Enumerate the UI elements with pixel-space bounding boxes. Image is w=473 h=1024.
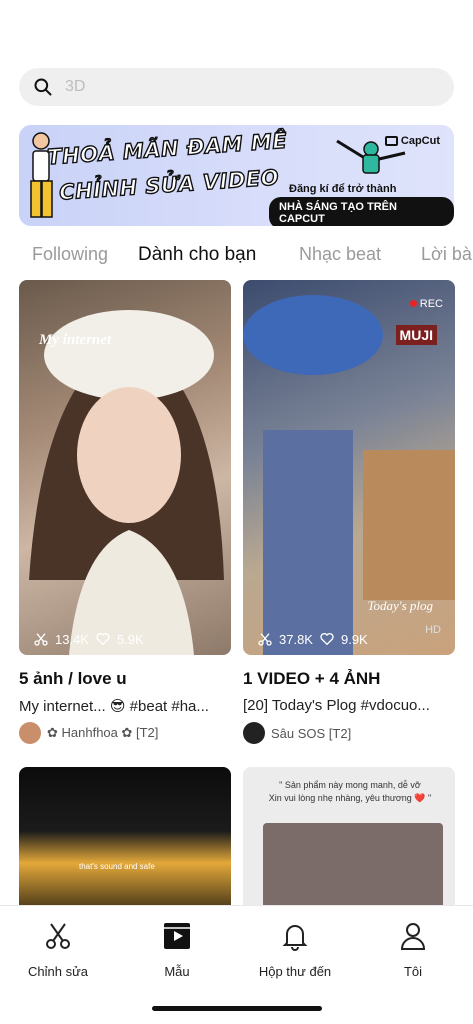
avatar	[19, 722, 41, 744]
card-quote: " Sản phẩm này mong manh, dễ vỡ Xin vui …	[255, 779, 445, 804]
search-bar[interactable]: 3D	[19, 68, 454, 106]
avatar	[243, 722, 265, 744]
uses-count: 13.4K	[55, 631, 89, 647]
card-title[interactable]: 1 VIDEO + 4 ẢNH	[243, 669, 380, 689]
clapperboard-icon	[164, 923, 190, 949]
author-name: Sâu SOS [T2]	[271, 725, 352, 741]
nav-label: Hộp thư đến	[258, 964, 332, 979]
nav-toi[interactable]: Tôi	[363, 920, 463, 979]
likes-count: 9.9K	[340, 631, 368, 647]
quote-line-2: Xin vui lòng nhẹ nhàng, yêu thương ❤️ "	[268, 792, 432, 803]
quote-line-1: " Sản phẩm này mong manh, dễ vỡ	[279, 780, 421, 790]
nav-hop-thu-den[interactable]: Hộp thư đến	[245, 920, 345, 979]
card-caption: that's sound and safe	[79, 862, 155, 871]
nav-mau[interactable]: Mẫu	[127, 920, 227, 979]
scissors-icon	[258, 633, 272, 646]
capcut-brand-label: CapCut	[400, 135, 440, 147]
heart-icon	[96, 633, 110, 646]
template-thumbnail-2[interactable]: REC MUJI Today's plog HD 37.8K 9.9K	[243, 280, 455, 655]
tab-loi-ba[interactable]: Lời bà	[421, 244, 472, 265]
rec-indicator: REC	[409, 298, 443, 310]
author-name: ✿ Hanhfhoa ✿ [T2]	[47, 725, 159, 740]
nav-label: Chỉnh sửa	[27, 964, 88, 979]
hd-label: HD	[425, 624, 441, 636]
nav-chinh-sua[interactable]: Chỉnh sửa	[8, 920, 108, 979]
banner-cta-button[interactable]: NHÀ SÁNG TẠO TRÊN CAPCUT	[269, 197, 454, 226]
template-thumbnail-4[interactable]: " Sản phẩm này mong manh, dễ vỡ Xin vui …	[243, 767, 455, 927]
banner-headline-1: THOẢ MÃN ĐAM MÊ	[46, 128, 289, 170]
card-author[interactable]: Sâu SOS [T2]	[243, 722, 351, 744]
card-description: [20] Today's Plog #vdocuo...	[243, 697, 430, 714]
card-stats: 37.8K 9.9K	[257, 631, 368, 647]
capcut-brand: CapCut	[384, 135, 440, 147]
banner-figure-illustration	[30, 132, 53, 218]
template-thumbnail-1[interactable]: My internet 13.4K 5.9K	[19, 280, 231, 655]
tab-following[interactable]: Following	[32, 244, 108, 265]
tab-nhac-beat[interactable]: Nhạc beat	[299, 244, 381, 265]
search-placeholder: 3D	[65, 78, 86, 95]
card-title[interactable]: 5 ảnh / love u	[19, 669, 127, 689]
banner-headline-2: CHỈNH SỬA VIDEO	[58, 165, 281, 206]
template-thumbnail-3[interactable]: that's sound and safe	[19, 767, 231, 927]
rec-label: REC	[419, 298, 443, 310]
muji-sign: MUJI	[395, 325, 437, 345]
card-overlay-text: Today's plog	[367, 598, 433, 613]
card-description: My internet... 😎 #beat #ha...	[19, 698, 209, 715]
promo-banner[interactable]: THOẢ MÃN ĐAM MÊ CHỈNH SỬA VIDEO CapCut Đ…	[19, 125, 454, 226]
card-stats: 13.4K 5.9K	[33, 631, 144, 647]
heart-icon	[320, 633, 334, 646]
uses-count: 37.8K	[279, 631, 313, 647]
bell-icon	[282, 925, 308, 951]
scissors-icon	[34, 633, 48, 646]
home-indicator[interactable]	[152, 1006, 322, 1011]
rec-dot-icon	[409, 300, 417, 307]
person-icon	[400, 923, 426, 950]
search-icon	[34, 78, 52, 96]
card-author[interactable]: ✿ Hanhfhoa ✿ [T2]	[19, 722, 158, 744]
scissors-icon	[46, 923, 70, 949]
nav-label: Tôi	[403, 964, 423, 979]
nav-label: Mẫu	[164, 964, 190, 979]
capcut-logo-icon	[384, 136, 398, 146]
likes-count: 5.9K	[116, 631, 144, 647]
card-overlay-text: My internet	[39, 332, 112, 348]
category-tabs: Following Dành cho bạn Nhạc beat Lời bà	[0, 240, 473, 272]
banner-cta-line1: Đăng kí để trở thành	[289, 183, 397, 195]
tab-danh-cho-ban[interactable]: Dành cho bạn	[138, 244, 256, 266]
